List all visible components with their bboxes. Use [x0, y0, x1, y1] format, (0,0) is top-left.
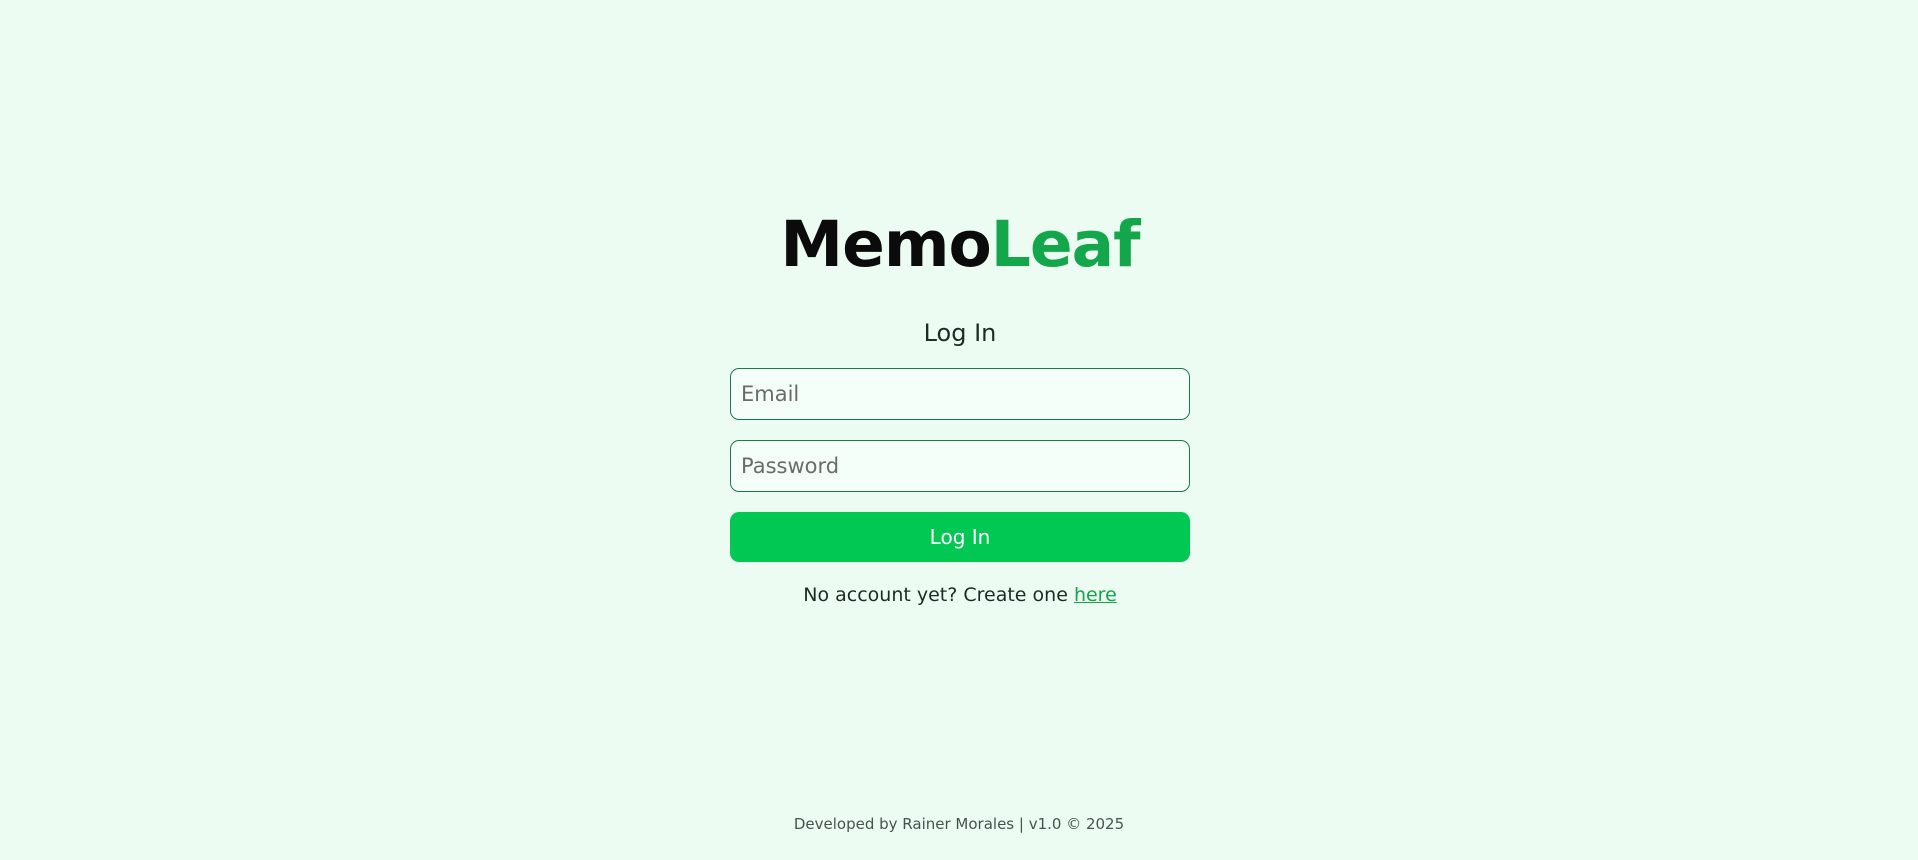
logo-text-memo: Memo [780, 208, 991, 281]
footer-credit: Developed by Rainer Morales | v1.0 © 202… [793, 815, 1125, 833]
login-button[interactable]: Log In [730, 512, 1190, 562]
signup-prompt: No account yet? Create one here [803, 582, 1117, 608]
password-field[interactable] [730, 440, 1190, 492]
signup-prompt-text: No account yet? Create one [803, 584, 1068, 606]
page-title: Log In [923, 319, 997, 347]
logo-text-leaf: Leaf [990, 208, 1141, 281]
login-container: MemoLeaf Log In Log In No account yet? C… [730, 200, 1190, 608]
email-field[interactable] [730, 368, 1190, 420]
signup-link[interactable]: here [1074, 584, 1117, 606]
app-logo: Memo Leaf [780, 200, 1141, 281]
